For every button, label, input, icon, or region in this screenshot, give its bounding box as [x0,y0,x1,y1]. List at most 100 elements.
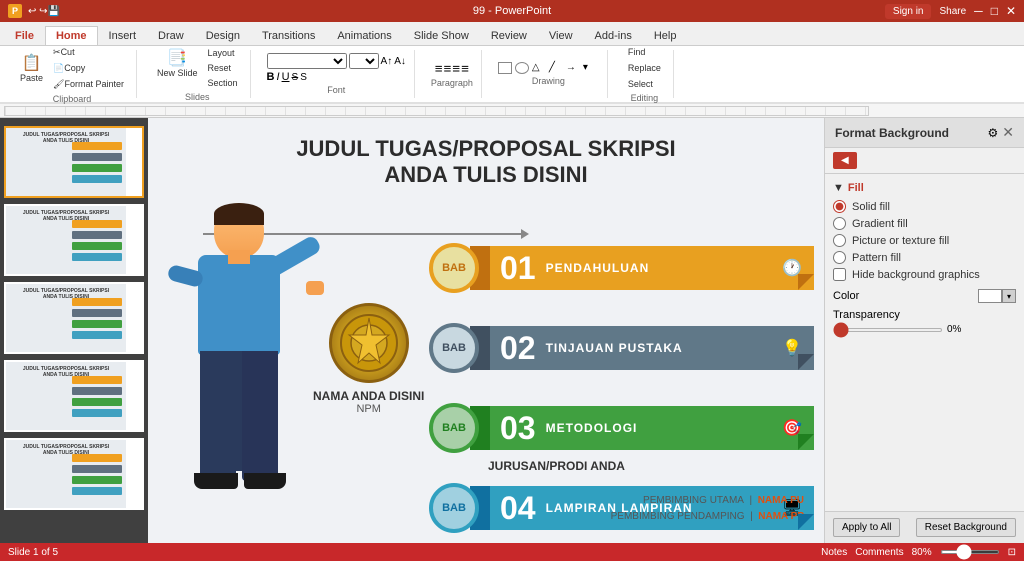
strikethrough-button[interactable]: S [292,71,299,83]
pattern-fill-label: Pattern fill [852,252,901,264]
font-family-select[interactable] [267,53,347,69]
reset-background-button[interactable]: Reset Background [916,518,1016,537]
italic-button[interactable]: I [277,71,280,83]
slide-info: Slide 1 of 5 [8,547,58,558]
thumb-bab1-2 [72,220,122,228]
paste-button[interactable]: 📋Paste [16,51,47,85]
maximize-btn[interactable]: □ [991,4,998,18]
fill-expand-icon: ▼ [833,182,844,194]
slide-thumb-2[interactable]: 2 JUDUL TUGAS/PROPOSAL SKRIPSIANDA TULIS… [4,204,144,276]
gradient-fill-option[interactable]: Gradient fill [833,217,1016,230]
fill-label: Fill [848,182,864,194]
tab-design[interactable]: Design [195,26,251,45]
format-background-title: Format Background [835,126,949,140]
close-btn[interactable]: ✕ [1006,4,1016,18]
shrink-font-button[interactable]: A↓ [394,56,406,67]
tab-animations[interactable]: Animations [326,26,402,45]
fp-settings-icon[interactable]: ⚙ [988,126,999,140]
fit-slide-button[interactable]: ⊡ [1008,547,1016,558]
grow-font-button[interactable]: A↑ [381,56,393,67]
bab-item-02[interactable]: BAB 02 TINJAUAN PUSTAKA 💡 [454,326,814,370]
find-button[interactable]: Find [624,45,665,59]
slide-thumb-1[interactable]: 1 JUDUL TUGAS/PROPOSAL SKRIPSIANDA TULIS… [4,126,144,198]
format-background-header: Format Background ⚙ ✕ [825,118,1024,148]
format-painter-button[interactable]: 🖌Format Painter [49,77,128,92]
minimize-btn[interactable]: ─ [974,4,983,18]
align-center-button[interactable]: ≡ [444,61,452,76]
bab-03-label: METODOLOGI [546,421,770,435]
comments-button[interactable]: Comments [855,547,903,558]
color-swatch[interactable] [978,289,1002,303]
shadow-button[interactable]: S [300,71,307,83]
pembimbing-pendamping-label: PEMBIMBING PENDAMPING [611,511,745,522]
bab-02-num: 02 [490,330,546,367]
reset-button[interactable]: Reset [204,61,242,75]
bold-button[interactable]: B [267,71,275,83]
fp-back-button[interactable]: ◀ [833,152,857,169]
pattern-fill-radio[interactable] [833,251,846,264]
new-slide-button[interactable]: 📑New Slide [153,46,202,90]
solid-fill-option[interactable]: Solid fill [833,200,1016,213]
shape-line[interactable]: ╱ [549,62,565,74]
tab-file[interactable]: File [4,26,45,45]
color-label: Color [833,290,859,302]
slide-title: JUDUL TUGAS/PROPOSAL SKRIPSI ANDA TULIS … [148,136,824,189]
picture-fill-radio[interactable] [833,234,846,247]
hide-bg-checkbox[interactable] [833,268,846,281]
tab-addins[interactable]: Add-ins [584,26,643,45]
shape-circle[interactable] [515,62,529,74]
replace-button[interactable]: Replace [624,61,665,75]
shape-rect[interactable] [498,62,512,74]
justify-button[interactable]: ≡ [461,61,469,76]
copy-button[interactable]: 📄Copy [49,61,128,76]
tab-help[interactable]: Help [643,26,688,45]
hide-bg-option[interactable]: Hide background graphics [833,268,1016,281]
tab-review[interactable]: Review [480,26,538,45]
share-button[interactable]: Share [939,6,966,17]
tab-slideshow[interactable]: Slide Show [403,26,480,45]
thumb-bab2-4 [72,387,122,395]
slide-thumb-5[interactable]: 5 JUDUL TUGAS/PROPOSAL SKRIPSIANDA TULIS… [4,438,144,510]
solid-fill-label: Solid fill [852,201,890,213]
picture-texture-option[interactable]: Picture or texture fill [833,234,1016,247]
tab-home[interactable]: Home [45,26,98,45]
slide-thumb-3[interactable]: 3 JUDUL TUGAS/PROPOSAL SKRIPSIANDA TULIS… [4,282,144,354]
jurusan-label: JURUSAN/PRODI ANDA [488,459,625,473]
align-left-button[interactable]: ≡ [435,61,443,76]
align-right-button[interactable]: ≡ [452,61,460,76]
apply-to-all-button[interactable]: Apply to All [833,518,900,537]
select-button[interactable]: Select [624,77,665,91]
shape-triangle[interactable]: △ [532,62,548,74]
ribbon-tabs: File Home Insert Draw Design Transitions… [0,22,1024,46]
hide-bg-label: Hide background graphics [852,269,980,281]
slide-canvas[interactable]: JUDUL TUGAS/PROPOSAL SKRIPSI ANDA TULIS … [148,118,824,543]
tab-insert[interactable]: Insert [98,26,148,45]
section-button[interactable]: Section [204,76,242,90]
gradient-fill-radio[interactable] [833,217,846,230]
sign-in-button[interactable]: Sign in [885,4,932,19]
tab-draw[interactable]: Draw [147,26,195,45]
shape-arrow[interactable]: → [566,62,582,74]
slides-group: 📑New Slide Layout Reset Section Slides [145,50,251,98]
fp-close-button[interactable]: ✕ [1002,124,1014,141]
font-size-select[interactable] [349,53,379,69]
thumb-bab2-5 [72,465,122,473]
slide-thumb-4[interactable]: 4 JUDUL TUGAS/PROPOSAL SKRIPSIANDA TULIS… [4,360,144,432]
zoom-slider[interactable] [940,550,1000,554]
transparency-slider[interactable] [833,328,943,332]
tab-view[interactable]: View [538,26,584,45]
editing-group: Find Replace Select Editing [616,50,674,98]
color-dropdown[interactable]: ▾ [1002,289,1016,303]
pattern-fill-option[interactable]: Pattern fill [833,251,1016,264]
shape-more[interactable]: ▾ [583,62,599,74]
notes-button[interactable]: Notes [821,547,847,558]
fill-section-header[interactable]: ▼ Fill [833,182,1016,194]
solid-fill-radio[interactable] [833,200,846,213]
layout-button[interactable]: Layout [204,46,242,60]
tab-transitions[interactable]: Transitions [251,26,326,45]
underline-button[interactable]: U [282,71,290,83]
cut-button[interactable]: ✂Cut [49,45,128,60]
bab-item-01[interactable]: BAB 01 PENDAHULUAN 🕐 [454,246,814,290]
slide-panel: 1 JUDUL TUGAS/PROPOSAL SKRIPSIANDA TULIS… [0,118,148,543]
bab-item-03[interactable]: BAB 03 METODOLOGI 🎯 [454,406,814,450]
